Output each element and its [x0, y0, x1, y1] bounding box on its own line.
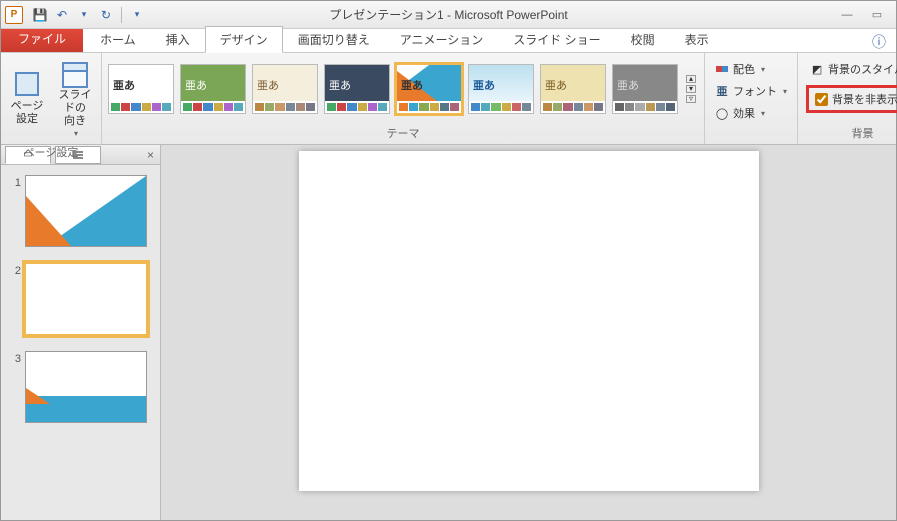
- effects-icon: ◯: [715, 106, 729, 120]
- slide-row[interactable]: 3: [7, 351, 154, 423]
- workspace: ▭ × 1 2 3: [1, 145, 896, 520]
- theme-thumb-5-selected[interactable]: 亜あ: [396, 64, 462, 114]
- slide-thumbnail-2[interactable]: [25, 263, 147, 335]
- page-setup-label: ページ 設定: [11, 100, 44, 126]
- colors-icon: [715, 62, 729, 76]
- ribbon-tabs: ファイル ホーム 挿入 デザイン 画面切り替え アニメーション スライド ショー…: [1, 29, 896, 53]
- group-label-page-setup: ページ設定: [5, 142, 97, 162]
- slide-number: 2: [7, 263, 21, 335]
- close-panel-icon[interactable]: ×: [147, 148, 154, 162]
- theme-scroll-down-icon[interactable]: ▾: [686, 85, 696, 93]
- group-page-setup: ページ 設定 スライドの 向き▾ ページ設定: [1, 53, 102, 144]
- maximize-icon[interactable]: ▭: [868, 8, 886, 22]
- app-window: P 💾 ↶ ▾ ↻ ▾ プレゼンテーション1 - Microsoft Power…: [0, 0, 897, 521]
- theme-thumb-4[interactable]: 亜あ: [324, 64, 390, 114]
- group-label-background: 背景 ↘: [802, 123, 897, 143]
- window-controls: — ▭: [838, 8, 896, 22]
- qat-separator: [121, 7, 122, 23]
- slide-orientation-button[interactable]: スライドの 向き▾: [53, 55, 97, 142]
- background-styles-icon: ◩: [810, 62, 824, 76]
- page-setup-icon: [15, 72, 39, 96]
- help-icon[interactable]: ⓘ: [872, 32, 886, 52]
- chevron-down-icon: ▾: [761, 109, 765, 118]
- tab-review[interactable]: 校閲: [616, 26, 670, 52]
- orientation-icon: [62, 62, 88, 84]
- minimize-icon[interactable]: —: [838, 8, 856, 22]
- save-icon[interactable]: 💾: [31, 6, 49, 24]
- theme-thumb-3[interactable]: 亜あ: [252, 64, 318, 114]
- slides-panel: ▭ × 1 2 3: [1, 145, 161, 520]
- tab-insert[interactable]: 挿入: [151, 26, 205, 52]
- theme-thumb-8[interactable]: 亜あ: [612, 64, 678, 114]
- slide-number: 1: [7, 175, 21, 247]
- group-variants: 配色▾ 亜 フォント▾ ◯ 効果▾: [705, 53, 798, 144]
- quick-access-toolbar: 💾 ↶ ▾ ↻ ▾: [31, 6, 146, 24]
- titlebar: P 💾 ↶ ▾ ↻ ▾ プレゼンテーション1 - Microsoft Power…: [1, 1, 896, 29]
- fonts-button[interactable]: 亜 フォント▾: [711, 81, 791, 101]
- tab-animations[interactable]: アニメーション: [385, 26, 499, 52]
- redo-icon[interactable]: ↻: [97, 6, 115, 24]
- theme-gallery-spinner: ▴ ▾ ▿: [684, 73, 698, 105]
- chevron-down-icon: ▾: [761, 65, 765, 74]
- slide-canvas[interactable]: [299, 151, 759, 491]
- tab-view[interactable]: 表示: [670, 26, 724, 52]
- slide-thumbnail-1[interactable]: [25, 175, 147, 247]
- chevron-down-icon: ▾: [783, 87, 787, 96]
- tab-design[interactable]: デザイン: [205, 26, 283, 53]
- chevron-down-icon: ▾: [74, 129, 78, 138]
- theme-thumb-2[interactable]: 亜あ: [180, 64, 246, 114]
- theme-scroll-up-icon[interactable]: ▴: [686, 75, 696, 83]
- ribbon: ページ 設定 スライドの 向き▾ ページ設定 亜あ: [1, 53, 896, 145]
- effects-button[interactable]: ◯ 効果▾: [711, 103, 769, 123]
- undo-icon[interactable]: ↶: [53, 6, 71, 24]
- hide-background-checkbox[interactable]: 背景を非表示: [806, 85, 897, 113]
- powerpoint-icon: P: [5, 6, 23, 24]
- hide-background-input[interactable]: [815, 93, 828, 106]
- slide-row[interactable]: 2: [7, 263, 154, 335]
- group-background: ◩ 背景のスタイル▾ 背景を非表示 背景 ↘: [798, 53, 897, 144]
- theme-thumb-7[interactable]: 亜あ: [540, 64, 606, 114]
- tab-home[interactable]: ホーム: [85, 26, 151, 52]
- colors-button[interactable]: 配色▾: [711, 59, 769, 79]
- theme-more-icon[interactable]: ▿: [686, 95, 696, 103]
- undo-dropdown-icon[interactable]: ▾: [75, 6, 93, 24]
- theme-thumb-1[interactable]: 亜あ: [108, 64, 174, 114]
- canvas-area[interactable]: [161, 145, 896, 520]
- theme-thumb-6[interactable]: 亜あ: [468, 64, 534, 114]
- slide-number: 3: [7, 351, 21, 423]
- group-label-themes: テーマ: [106, 123, 700, 143]
- slide-row[interactable]: 1: [7, 175, 154, 247]
- qat-customize-icon[interactable]: ▾: [128, 6, 146, 24]
- orientation-label: スライドの 向き: [55, 89, 95, 129]
- slide-thumbnail-3[interactable]: [25, 351, 147, 423]
- hide-background-label: 背景を非表示: [832, 91, 897, 107]
- background-styles-button[interactable]: ◩ 背景のスタイル▾: [806, 59, 897, 79]
- tab-slideshow[interactable]: スライド ショー: [498, 26, 615, 52]
- tab-transitions[interactable]: 画面切り替え: [283, 26, 385, 52]
- slides-list[interactable]: 1 2 3: [1, 165, 160, 520]
- group-label-variants: [709, 127, 793, 143]
- page-setup-button[interactable]: ページ 設定: [5, 66, 49, 130]
- fonts-icon: 亜: [715, 84, 729, 98]
- window-title: プレゼンテーション1 - Microsoft PowerPoint: [329, 6, 567, 23]
- group-themes: 亜あ 亜あ 亜あ 亜あ: [102, 53, 705, 144]
